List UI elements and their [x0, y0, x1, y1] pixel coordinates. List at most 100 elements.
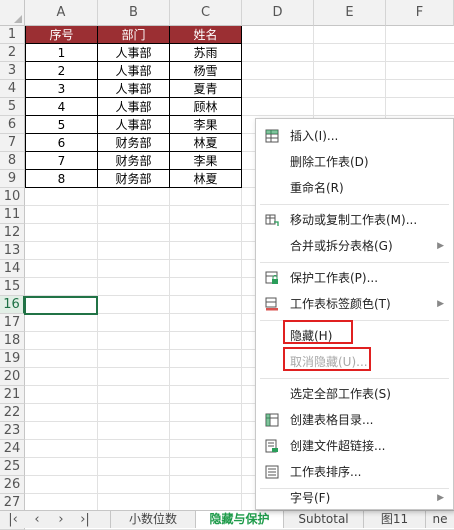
- table-cell[interactable]: 李果: [170, 152, 242, 170]
- move-copy-icon: [265, 214, 279, 226]
- row-header-25[interactable]: 25: [0, 458, 25, 476]
- menu-item-protect-sheet[interactable]: 保护工作表(P)...: [256, 265, 453, 291]
- highlight-box-unhide: [283, 347, 371, 371]
- menu-item-create-toc[interactable]: 创建表格目录...: [256, 407, 453, 433]
- table-cell[interactable]: 人事部: [98, 62, 170, 80]
- menu-item-delete-sheet[interactable]: 删除工作表(D): [256, 149, 453, 175]
- menu-item-label: 工作表标签颜色(T): [290, 297, 391, 311]
- sheet-tab-subtotal[interactable]: Subtotal: [283, 511, 363, 528]
- hyperlink-icon: [265, 439, 278, 453]
- row-header-21[interactable]: 21: [0, 386, 25, 404]
- menu-item-label: 删除工作表(D): [290, 155, 369, 169]
- menu-item-select-all-sheets[interactable]: 选定全部工作表(S): [256, 381, 453, 407]
- row-header-26[interactable]: 26: [0, 476, 25, 494]
- menu-item-label: 保护工作表(P)...: [290, 271, 379, 285]
- table-header-cell[interactable]: 姓名: [170, 26, 242, 44]
- row-header-22[interactable]: 22: [0, 404, 25, 422]
- column-header-c[interactable]: C: [170, 0, 242, 26]
- row-header-3[interactable]: 3: [0, 62, 25, 80]
- sheet-tab-hide-protect[interactable]: 隐藏与保护: [195, 511, 283, 528]
- table-cell[interactable]: 人事部: [98, 80, 170, 98]
- table-cell[interactable]: 1: [25, 44, 98, 62]
- table-cell[interactable]: 夏青: [170, 80, 242, 98]
- table-header-cell[interactable]: 部门: [98, 26, 170, 44]
- table-cell[interactable]: 林夏: [170, 170, 242, 188]
- row-header-2[interactable]: 2: [0, 44, 25, 62]
- row-header-18[interactable]: 18: [0, 332, 25, 350]
- table-cell[interactable]: 5: [25, 116, 98, 134]
- menu-item-font-size[interactable]: 字号(F) ▶: [256, 485, 453, 511]
- column-header-b[interactable]: B: [98, 0, 170, 26]
- next-sheet-button[interactable]: ›: [50, 511, 72, 529]
- table-cell[interactable]: 人事部: [98, 116, 170, 134]
- menu-item-tab-color[interactable]: 工作表标签颜色(T) ▶: [256, 291, 453, 317]
- menu-item-label: 重命名(R): [290, 181, 344, 195]
- table-cell[interactable]: 3: [25, 80, 98, 98]
- prev-sheet-button[interactable]: ‹: [26, 511, 48, 529]
- row-header-13[interactable]: 13: [0, 242, 25, 260]
- row-header-1[interactable]: 1: [0, 26, 25, 44]
- submenu-arrow-icon: ▶: [437, 299, 444, 309]
- submenu-arrow-icon: ▶: [437, 241, 444, 251]
- table-header-cell[interactable]: 序号: [25, 26, 98, 44]
- row-header-5[interactable]: 5: [0, 98, 25, 116]
- row-header-20[interactable]: 20: [0, 368, 25, 386]
- menu-item-create-hyperlink[interactable]: 创建文件超链接...: [256, 433, 453, 459]
- menu-item-label: 选定全部工作表(S): [290, 387, 391, 401]
- column-header-e[interactable]: E: [314, 0, 386, 26]
- menu-item-label: 创建表格目录...: [290, 413, 374, 427]
- column-header-d[interactable]: D: [242, 0, 314, 26]
- column-header-a[interactable]: A: [25, 0, 98, 26]
- sheet-tab-ne[interactable]: ne: [425, 511, 454, 528]
- row-header-14[interactable]: 14: [0, 260, 25, 278]
- table-cell[interactable]: 人事部: [98, 98, 170, 116]
- table-cell[interactable]: 杨雪: [170, 62, 242, 80]
- table-cell[interactable]: 财务部: [98, 152, 170, 170]
- row-header-23[interactable]: 23: [0, 422, 25, 440]
- row-header-6[interactable]: 6: [0, 116, 25, 134]
- menu-item-rename[interactable]: 重命名(R): [256, 175, 453, 201]
- table-cell[interactable]: 林夏: [170, 134, 242, 152]
- table-cell[interactable]: 7: [25, 152, 98, 170]
- select-all-corner[interactable]: [0, 0, 25, 26]
- table-cell[interactable]: 财务部: [98, 134, 170, 152]
- row-header-10[interactable]: 10: [0, 188, 25, 206]
- row-header-19[interactable]: 19: [0, 350, 25, 368]
- row-header-7[interactable]: 7: [0, 134, 25, 152]
- row-header-12[interactable]: 12: [0, 224, 25, 242]
- sheet-tab-figure11[interactable]: 图11: [363, 511, 425, 528]
- table-cell[interactable]: 顾林: [170, 98, 242, 116]
- submenu-arrow-icon: ▶: [437, 493, 444, 503]
- menu-item-label: 工作表排序...: [290, 465, 362, 479]
- row-header-16[interactable]: 16: [0, 296, 25, 314]
- highlight-box-hide: [283, 320, 353, 344]
- table-cell[interactable]: 李果: [170, 116, 242, 134]
- table-of-contents-icon: [265, 413, 279, 427]
- active-cell-a16[interactable]: [24, 296, 98, 315]
- menu-item-sort-sheets[interactable]: 工作表排序...: [256, 459, 453, 485]
- first-sheet-button[interactable]: |‹: [2, 511, 24, 529]
- table-cell[interactable]: 财务部: [98, 170, 170, 188]
- table-cell[interactable]: 人事部: [98, 44, 170, 62]
- sheet-tab-decimal-places[interactable]: 小数位数: [110, 511, 195, 528]
- column-header-f[interactable]: F: [386, 0, 454, 26]
- table-cell[interactable]: 2: [25, 62, 98, 80]
- table-cell[interactable]: 苏雨: [170, 44, 242, 62]
- row-header-4[interactable]: 4: [0, 80, 25, 98]
- tab-color-icon: [265, 297, 278, 311]
- table-cell[interactable]: 4: [25, 98, 98, 116]
- menu-item-insert[interactable]: 插入(I)...: [256, 123, 453, 149]
- row-header-8[interactable]: 8: [0, 152, 25, 170]
- row-header-9[interactable]: 9: [0, 170, 25, 188]
- insert-table-icon: [265, 129, 279, 143]
- menu-item-move-copy[interactable]: 移动或复制工作表(M)...: [256, 207, 453, 233]
- last-sheet-button[interactable]: ›|: [74, 511, 96, 529]
- row-header-11[interactable]: 11: [0, 206, 25, 224]
- table-cell[interactable]: 6: [25, 134, 98, 152]
- row-header-15[interactable]: 15: [0, 278, 25, 296]
- menu-separator: [260, 378, 449, 379]
- table-cell[interactable]: 8: [25, 170, 98, 188]
- row-header-17[interactable]: 17: [0, 314, 25, 332]
- menu-item-merge-split[interactable]: 合并或拆分表格(G) ▶: [256, 233, 453, 259]
- row-header-24[interactable]: 24: [0, 440, 25, 458]
